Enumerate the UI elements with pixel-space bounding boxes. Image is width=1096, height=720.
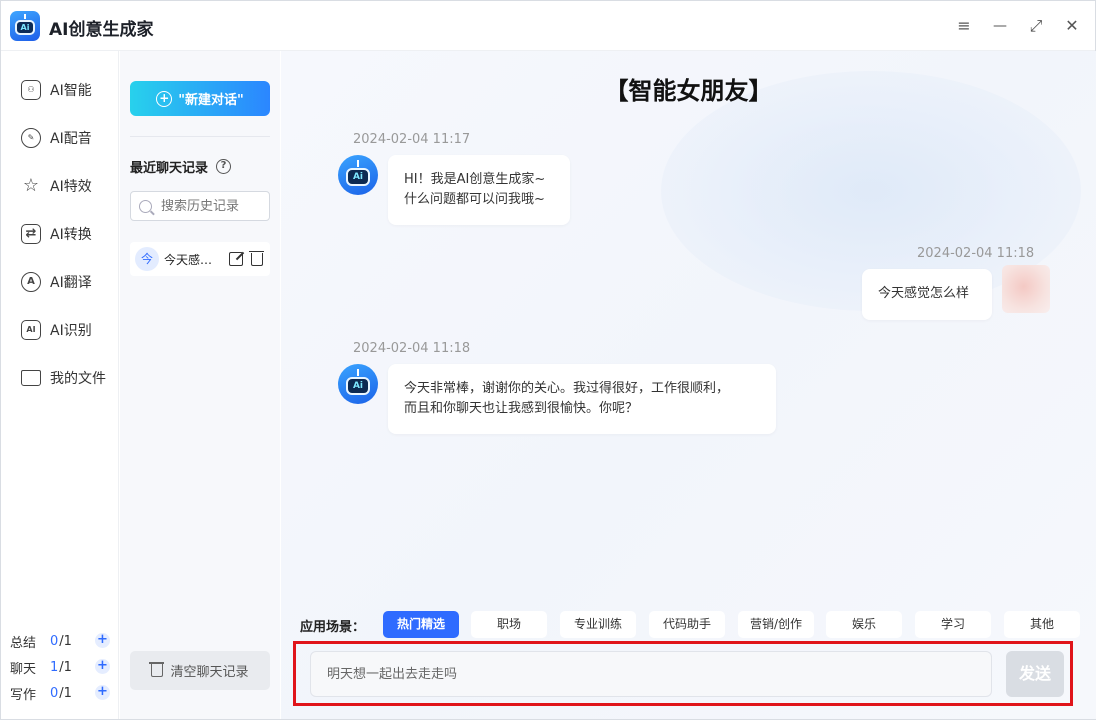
nav-item-ai-effects[interactable]: ☆ AI特效 — [21, 174, 113, 198]
minimize-icon[interactable]: — — [988, 14, 1012, 38]
left-nav: ⚇ AI智能 ✎ AI配音 ☆ AI特效 ⇄ AI转换 A AI翻译 AI AI… — [1, 51, 119, 719]
history-item[interactable]: 今 今天感觉怎么样 — [130, 242, 270, 276]
quota-summary: 总结 0/1 + — [10, 631, 114, 651]
folder-icon — [21, 370, 41, 386]
scene-tab-entertainment[interactable]: 娱乐 — [826, 611, 902, 638]
scene-tab-code[interactable]: 代码助手 — [649, 611, 725, 638]
scene-tab-marketing[interactable]: 营销/创作 — [738, 611, 814, 638]
quota-chat: 聊天 1/1 + — [10, 657, 114, 677]
bot-avatar-icon: Ai — [338, 364, 378, 404]
translate-icon: A — [21, 272, 41, 292]
nav-item-label: AI翻译 — [50, 275, 92, 291]
scene-label: 应用场景： — [300, 620, 366, 635]
chat-main: 【智能女朋友】 2024-02-04 11:17 Ai HI！我是AI创意生成家… — [281, 51, 1096, 719]
new-chat-button[interactable]: + "新建对话" — [130, 81, 270, 116]
chat-title: 【智能女朋友】 — [604, 77, 773, 105]
clear-history-button[interactable]: 清空聊天记录 — [130, 651, 270, 690]
close-icon[interactable]: ✕ — [1060, 14, 1084, 38]
app-logo-icon: Ai — [10, 11, 40, 41]
nav-item-ai-translate[interactable]: A AI翻译 — [21, 270, 113, 294]
nav-item-label: AI配音 — [50, 131, 92, 147]
maximize-icon[interactable]: ⤢ — [1024, 14, 1048, 38]
history-item-text: 今天感觉怎么样 — [164, 252, 224, 267]
send-button[interactable]: 发送 — [1006, 651, 1064, 697]
nav-item-label: 我的文件 — [50, 371, 106, 387]
nav-item-label: AI识别 — [50, 323, 92, 339]
message-input[interactable] — [310, 651, 992, 697]
menu-icon[interactable]: ≡ — [952, 14, 976, 38]
scene-tab-other[interactable]: 其他 — [1004, 611, 1080, 638]
delete-icon[interactable] — [249, 250, 264, 266]
microphone-icon: ✎ — [21, 128, 41, 148]
history-item-avatar: 今 — [135, 247, 159, 271]
robot-icon: ⚇ — [21, 80, 41, 100]
message-timestamp: 2024-02-04 11:18 — [353, 341, 471, 356]
convert-icon: ⇄ — [21, 224, 41, 244]
nav-item-ai-smart[interactable]: ⚇ AI智能 — [21, 78, 113, 102]
nav-item-ai-voice[interactable]: ✎ AI配音 — [21, 126, 113, 150]
add-quota-icon[interactable]: + — [95, 659, 110, 674]
scene-tab-training[interactable]: 专业训练 — [560, 611, 636, 638]
plus-circle-icon: + — [156, 90, 173, 107]
trash-icon — [149, 662, 165, 677]
history-search-input[interactable] — [161, 198, 266, 214]
divider — [130, 136, 270, 137]
search-icon — [139, 199, 152, 213]
nav-item-ai-recognize[interactable]: AI AI识别 — [21, 318, 113, 342]
bot-avatar-icon: Ai — [338, 155, 378, 195]
nav-item-my-files[interactable]: 我的文件 — [21, 366, 113, 390]
app-title: AI创意生成家 — [49, 20, 154, 40]
user-message-bubble: 今天感觉怎么样 — [862, 269, 992, 320]
history-search — [130, 191, 270, 221]
quota-writing: 写作 0/1 + — [10, 683, 114, 703]
scene-tab-study[interactable]: 学习 — [915, 611, 991, 638]
edit-icon[interactable] — [229, 252, 243, 266]
nav-item-label: AI智能 — [50, 83, 92, 99]
nav-item-ai-convert[interactable]: ⇄ AI转换 — [21, 222, 113, 246]
app-window: Ai AI创意生成家 ≡ — ⤢ ✕ ⚇ AI智能 ✎ AI配音 ☆ AI特效 … — [0, 0, 1096, 720]
nav-item-label: AI转换 — [50, 227, 92, 243]
title-bar: Ai AI创意生成家 ≡ — ⤢ ✕ — [1, 1, 1095, 51]
scene-tab-workplace[interactable]: 职场 — [471, 611, 547, 638]
bot-message-bubble: 今天非常棒，谢谢你的关心。我过得很好，工作很顺利， 而且和你聊天也让我感到很愉快… — [388, 364, 776, 434]
message-timestamp: 2024-02-04 11:18 — [917, 246, 1035, 261]
scene-tab-hot[interactable]: 热门精选 — [383, 611, 459, 638]
bot-message-bubble: HI！我是AI创意生成家~ 什么问题都可以问我哦~ — [388, 155, 570, 225]
add-quota-icon[interactable]: + — [95, 685, 110, 700]
recent-history-title: 最近聊天记录 ? — [130, 157, 232, 176]
recognize-icon: AI — [21, 320, 41, 340]
history-panel: + "新建对话" 最近聊天记录 ? 今 今天感觉怎么样 清空聊天记录 — [120, 51, 280, 719]
user-avatar — [1002, 265, 1050, 313]
add-quota-icon[interactable]: + — [95, 633, 110, 648]
nav-item-label: AI特效 — [50, 179, 92, 195]
help-icon[interactable]: ? — [216, 159, 232, 174]
sparkle-icon: ☆ — [22, 175, 40, 196]
message-timestamp: 2024-02-04 11:17 — [353, 132, 471, 147]
